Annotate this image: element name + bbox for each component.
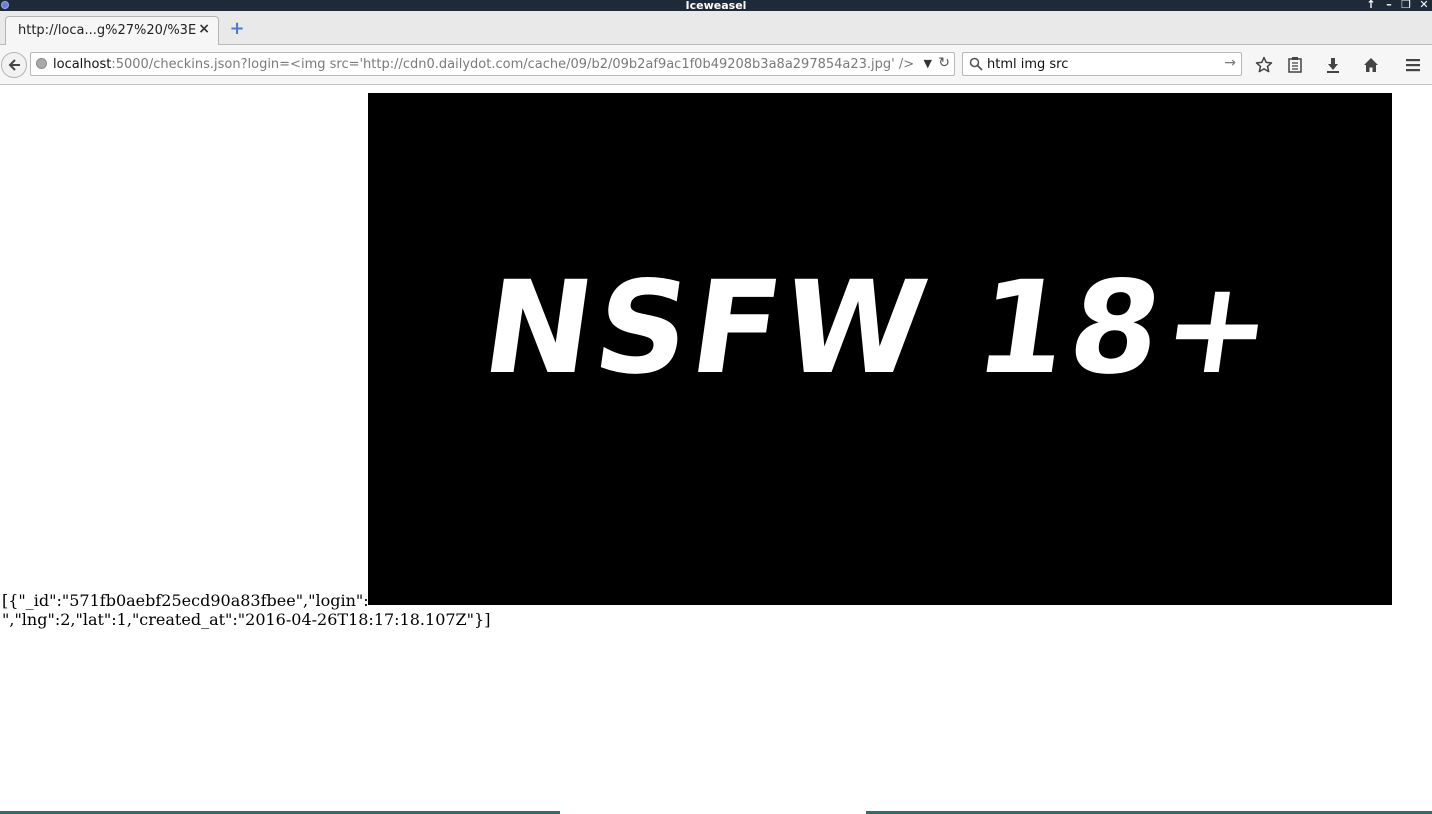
reading-list-icon[interactable]: [1283, 53, 1307, 77]
restore-icon[interactable]: ❐: [1399, 0, 1413, 11]
up-arrow-icon[interactable]: ↑: [1364, 0, 1378, 11]
search-bar[interactable]: html img src →: [962, 52, 1242, 76]
minimize-icon[interactable]: –: [1382, 0, 1396, 11]
url-path: :5000/checkins.json?login=<img src='http…: [111, 57, 913, 72]
menu-icon[interactable]: [1401, 53, 1425, 77]
page-content: [{"_id":"571fb0aebf25ecd90a83fbee","logi…: [0, 85, 1432, 814]
home-icon[interactable]: [1359, 53, 1383, 77]
search-input[interactable]: html img src: [987, 57, 1068, 72]
nav-bar: localhost:5000/checkins.json?login=<img …: [0, 45, 1432, 85]
globe-icon: [36, 58, 47, 69]
back-icon: [8, 59, 20, 71]
dropdown-icon[interactable]: ▼: [924, 57, 932, 70]
window-titlebar: Iceweasel ↑ – ❐ ✕: [0, 0, 1432, 12]
url-text[interactable]: localhost:5000/checkins.json?login=<img …: [53, 57, 913, 72]
go-icon[interactable]: →: [1224, 55, 1236, 71]
json-text-line-2: ","lng":2,"lat":1,"created_at":"2016-04-…: [2, 610, 491, 629]
close-icon[interactable]: ×: [198, 21, 210, 37]
tab-title: http://loca...g%27%20/%3E: [18, 23, 197, 38]
tab-active[interactable]: http://loca...g%27%20/%3E ×: [5, 16, 219, 45]
url-bar[interactable]: localhost:5000/checkins.json?login=<img …: [30, 52, 955, 76]
reload-icon[interactable]: ↻: [938, 55, 950, 71]
back-button[interactable]: [1, 52, 27, 78]
search-icon: [969, 57, 983, 71]
json-text-line-1: [{"_id":"571fb0aebf25ecd90a83fbee","logi…: [2, 591, 377, 610]
plus-icon[interactable]: +: [229, 20, 245, 38]
download-icon[interactable]: [1321, 53, 1345, 77]
url-host: localhost: [53, 57, 112, 72]
tab-strip: http://loca...g%27%20/%3E × +: [0, 11, 1432, 45]
image-text: NSFW 18+: [474, 254, 1286, 403]
embedded-image: NSFW 18+: [368, 93, 1392, 605]
close-icon[interactable]: ✕: [1417, 0, 1431, 11]
bookmark-star-icon[interactable]: [1252, 53, 1276, 77]
